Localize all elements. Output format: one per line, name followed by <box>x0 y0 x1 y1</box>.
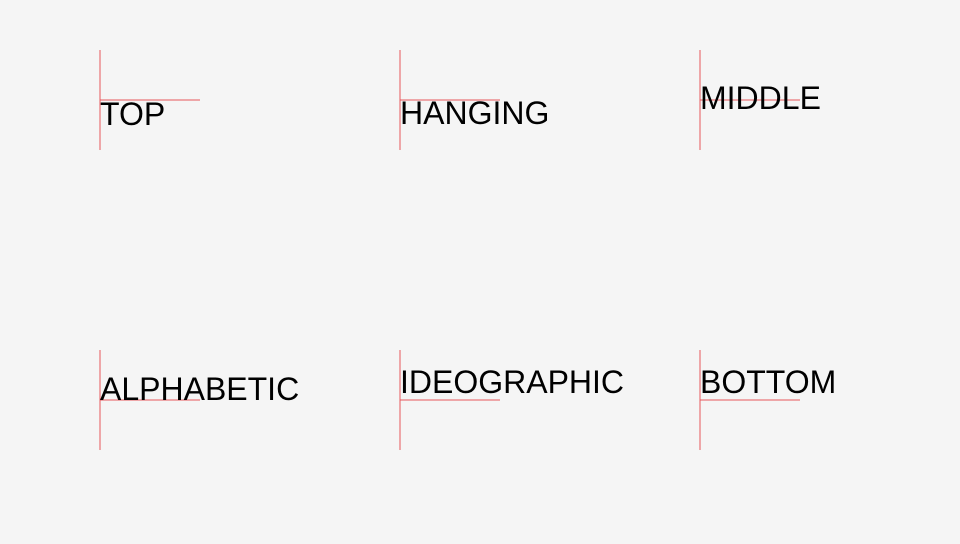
sample-bottom: BOTTOM <box>699 350 836 450</box>
label-hanging: HANGING <box>400 95 549 131</box>
sample-alphabetic: ALPHABETIC <box>99 350 299 450</box>
label-alphabetic: ALPHABETIC <box>100 371 299 407</box>
sample-ideographic: IDEOGRAPHIC <box>399 350 624 450</box>
label-middle: MIDDLE <box>700 80 821 116</box>
sample-middle: MIDDLE <box>699 50 821 150</box>
sample-top: TOP <box>99 50 200 150</box>
sample-hanging: HANGING <box>399 50 549 150</box>
label-top: TOP <box>100 96 165 132</box>
label-bottom: BOTTOM <box>700 364 836 400</box>
label-ideographic: IDEOGRAPHIC <box>400 364 624 400</box>
baseline-demo-canvas: TOP HANGING MIDDLE ALPHABETIC IDEOGRAPHI… <box>99 50 836 450</box>
